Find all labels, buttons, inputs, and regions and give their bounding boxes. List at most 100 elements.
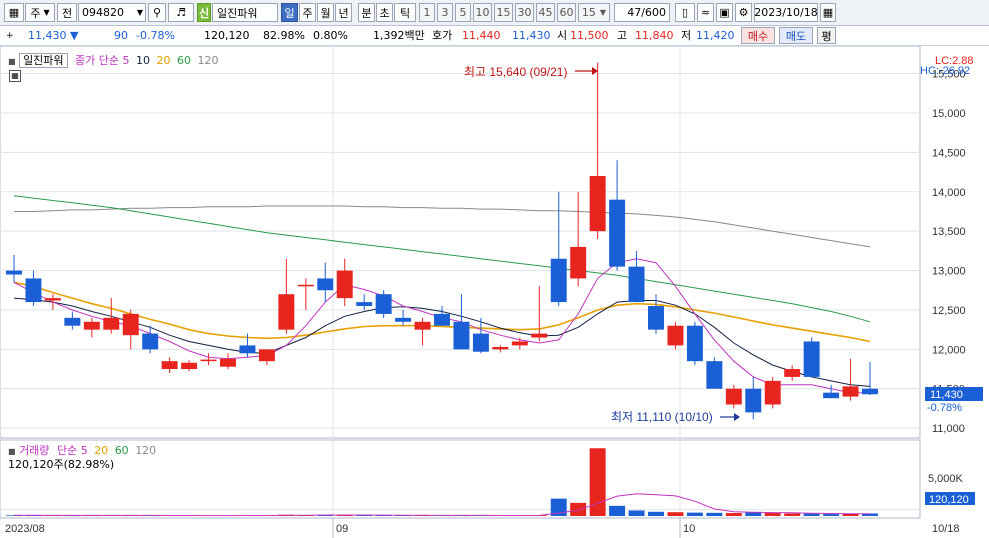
stock-code-input[interactable]: 094820 ▼: [78, 3, 146, 22]
volume-bar: [745, 512, 762, 516]
hc-label: HC:-26.92: [920, 65, 970, 77]
low-price: 11,420: [696, 29, 735, 42]
candle-body: [648, 306, 664, 330]
minute-option-30[interactable]: 30: [515, 3, 534, 22]
current-price-tag-text: 11,430: [930, 389, 963, 401]
market-scope-button[interactable]: 전: [57, 3, 77, 22]
minute-option-5[interactable]: 5: [455, 3, 471, 22]
market-type-value: 주: [30, 6, 41, 20]
candle-body: [317, 278, 334, 291]
chart-area[interactable]: 11,00011,50012,00012,50013,00013,50014,0…: [0, 46, 989, 538]
news-badge[interactable]: 신: [197, 3, 211, 22]
ma-legend-20[interactable]: 20: [157, 54, 171, 67]
down-arrow-icon: ▼: [70, 29, 79, 42]
chart-menu-icon[interactable]: ▦: [4, 3, 24, 22]
candle-body: [375, 294, 392, 314]
candle-body: [725, 388, 742, 405]
candle-body: [25, 278, 42, 303]
chevron-down-icon: ▼: [599, 8, 607, 17]
crosshair-toggle-icon[interactable]: ▦: [9, 70, 21, 82]
tab-period-year[interactable]: 년: [335, 3, 352, 22]
chevron-down-icon: ▼: [43, 8, 50, 17]
candle-body: [44, 298, 61, 301]
ask-label: 호가: [432, 29, 453, 42]
volume-bar: [570, 502, 587, 516]
x-label-aug: 2023/08: [5, 523, 45, 535]
sound-icon[interactable]: ♬: [168, 3, 194, 22]
volume-bar: [764, 513, 781, 516]
tab-period-tick[interactable]: 틱: [394, 3, 416, 22]
candle-body: [823, 392, 840, 399]
tab-period-month[interactable]: 월: [317, 3, 334, 22]
minute-option-10[interactable]: 10: [473, 3, 492, 22]
toolbar: ▦ 주 ▼ 전 094820 ▼ ⚲ ♬ 신 일진파워 일 주 월 년 분 초 틱 …: [0, 0, 989, 26]
candle-body: [531, 333, 548, 338]
volume-bar: [589, 448, 606, 516]
volume-value-label: 120,120주(82.98%): [8, 458, 115, 471]
market-type-select[interactable]: 주 ▼: [25, 3, 55, 22]
price-legend: ■ 일진파워 종가 단순 5 10 20 60 120: [8, 52, 219, 68]
candle-body: [434, 313, 450, 326]
minute-option-3[interactable]: 3: [437, 3, 453, 22]
tab-period-day[interactable]: 일: [281, 3, 298, 22]
stock-name-field[interactable]: 일진파워: [212, 3, 278, 22]
candle-body: [472, 333, 489, 352]
candle-body: [667, 325, 684, 346]
volume-bar: [648, 511, 664, 516]
volume-ma-120[interactable]: 120: [135, 444, 156, 457]
ma-legend-10[interactable]: 10: [136, 54, 150, 67]
volume-bar: [823, 514, 840, 516]
minute-option-1[interactable]: 1: [419, 3, 435, 22]
search-icon[interactable]: ⚲: [148, 3, 166, 22]
save-icon[interactable]: ▣: [716, 3, 733, 22]
volume-bar: [725, 513, 742, 516]
date-field[interactable]: 2023/10/18: [754, 3, 818, 22]
candle-body: [842, 386, 859, 397]
candle-body: [395, 317, 412, 322]
candle-type-icon[interactable]: ▯: [675, 3, 695, 22]
price-y-tick: 14,500: [932, 147, 966, 159]
candle-body: [628, 266, 645, 303]
current-price: 11,430 ▼: [28, 28, 78, 44]
ma-legend-60[interactable]: 60: [177, 54, 191, 67]
volume-value: 120,120: [204, 29, 250, 42]
eval-button[interactable]: 평: [817, 27, 836, 44]
volume-current-tag-text: 120,120: [929, 494, 969, 506]
candle-body: [239, 345, 256, 354]
minute-option-15[interactable]: 15: [494, 3, 513, 22]
price-change: 90: [114, 29, 128, 42]
tab-period-minute[interactable]: 분: [358, 3, 375, 22]
minute-select-value: 15: [581, 6, 596, 19]
volume-bar: [609, 505, 626, 516]
legend-bullet-icon: ■: [8, 447, 16, 456]
volume-y-tick: 5,000K: [928, 473, 964, 485]
buy-button[interactable]: 매수: [741, 27, 775, 44]
indicator-icon[interactable]: ≈: [697, 3, 714, 22]
candle-body: [570, 246, 587, 279]
candle-body: [414, 321, 431, 330]
ma-legend-5[interactable]: 5: [123, 54, 130, 67]
open-label: 시: [557, 29, 568, 42]
price-panel-title[interactable]: 일진파워: [19, 53, 68, 68]
volume-ma-60[interactable]: 60: [115, 444, 129, 457]
tab-period-week[interactable]: 주: [299, 3, 316, 22]
candle-body: [258, 349, 275, 362]
candle-body: [220, 358, 236, 367]
minute-option-60[interactable]: 60: [557, 3, 576, 22]
ma-legend-120[interactable]: 120: [198, 54, 219, 67]
expand-icon[interactable]: +: [6, 28, 14, 44]
minute-select[interactable]: 15 ▼: [578, 3, 610, 22]
price-y-tick: 11,000: [932, 423, 965, 435]
page-count-field[interactable]: 47/600: [614, 3, 670, 22]
turnover-rate: 0.80%: [313, 29, 348, 42]
bid-price: 11,430: [512, 29, 551, 42]
minute-option-45[interactable]: 45: [536, 3, 555, 22]
current-price-value: 11,430: [28, 29, 67, 42]
ma-legend-label[interactable]: 종가 단순: [75, 54, 119, 67]
calendar-icon[interactable]: ▦: [820, 3, 836, 22]
tab-period-second[interactable]: 초: [376, 3, 393, 22]
price-y-tick: 13,500: [932, 226, 966, 238]
candle-body: [83, 321, 100, 330]
gear-icon[interactable]: ⚙: [735, 3, 752, 22]
sell-button[interactable]: 매도: [779, 27, 813, 44]
